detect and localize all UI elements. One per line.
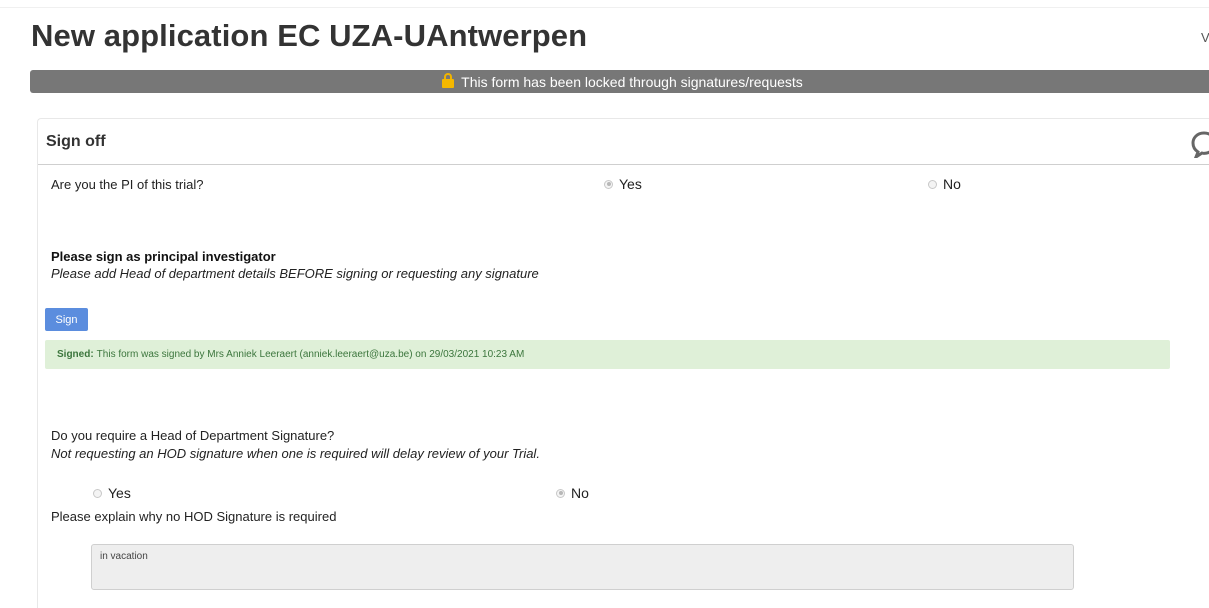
hod-explain-label: Please explain why no HOD Signature is r…	[51, 509, 337, 524]
section-divider	[38, 164, 1209, 165]
hod-yes-radio[interactable]: Yes	[93, 485, 131, 501]
sign-button[interactable]: Sign	[45, 308, 88, 331]
hod-no-label: No	[571, 485, 589, 501]
page-title: New application EC UZA-UAntwerpen	[31, 18, 588, 53]
radio-checked-icon	[556, 488, 565, 498]
hod-question-label: Do you require a Head of Department Sign…	[51, 428, 335, 443]
radio-checked-icon	[604, 179, 613, 189]
pi-yes-label: Yes	[619, 176, 642, 192]
hod-yes-label: Yes	[108, 485, 131, 501]
top-border	[0, 0, 1209, 8]
pi-yes-radio[interactable]: Yes	[604, 176, 642, 192]
hod-explain-textarea[interactable]: in vacation	[91, 544, 1074, 590]
radio-unchecked-icon	[928, 179, 937, 189]
pi-no-label: No	[943, 176, 961, 192]
pi-sign-heading: Please sign as principal investigator	[51, 249, 276, 264]
header-truncated-text: V	[1201, 30, 1209, 45]
lock-icon	[442, 73, 455, 88]
hod-question-warning: Not requesting an HOD signature when one…	[51, 446, 540, 461]
comment-icon[interactable]	[1191, 130, 1209, 158]
signed-alert-text: This form was signed by Mrs Anniek Leera…	[96, 349, 525, 360]
hod-no-radio[interactable]: No	[556, 485, 589, 501]
pi-sign-instructions: Please add Head of department details BE…	[51, 266, 539, 281]
locked-form-banner: This form has been locked through signat…	[30, 70, 1209, 93]
locked-banner-text: This form has been locked through signat…	[461, 73, 803, 90]
signed-alert-label: Signed:	[57, 349, 94, 360]
pi-question-label: Are you the PI of this trial?	[51, 177, 204, 192]
signed-alert: Signed: This form was signed by Mrs Anni…	[45, 340, 1170, 369]
section-title: Sign off	[46, 133, 106, 150]
radio-unchecked-icon	[93, 488, 102, 498]
pi-no-radio[interactable]: No	[928, 176, 961, 192]
